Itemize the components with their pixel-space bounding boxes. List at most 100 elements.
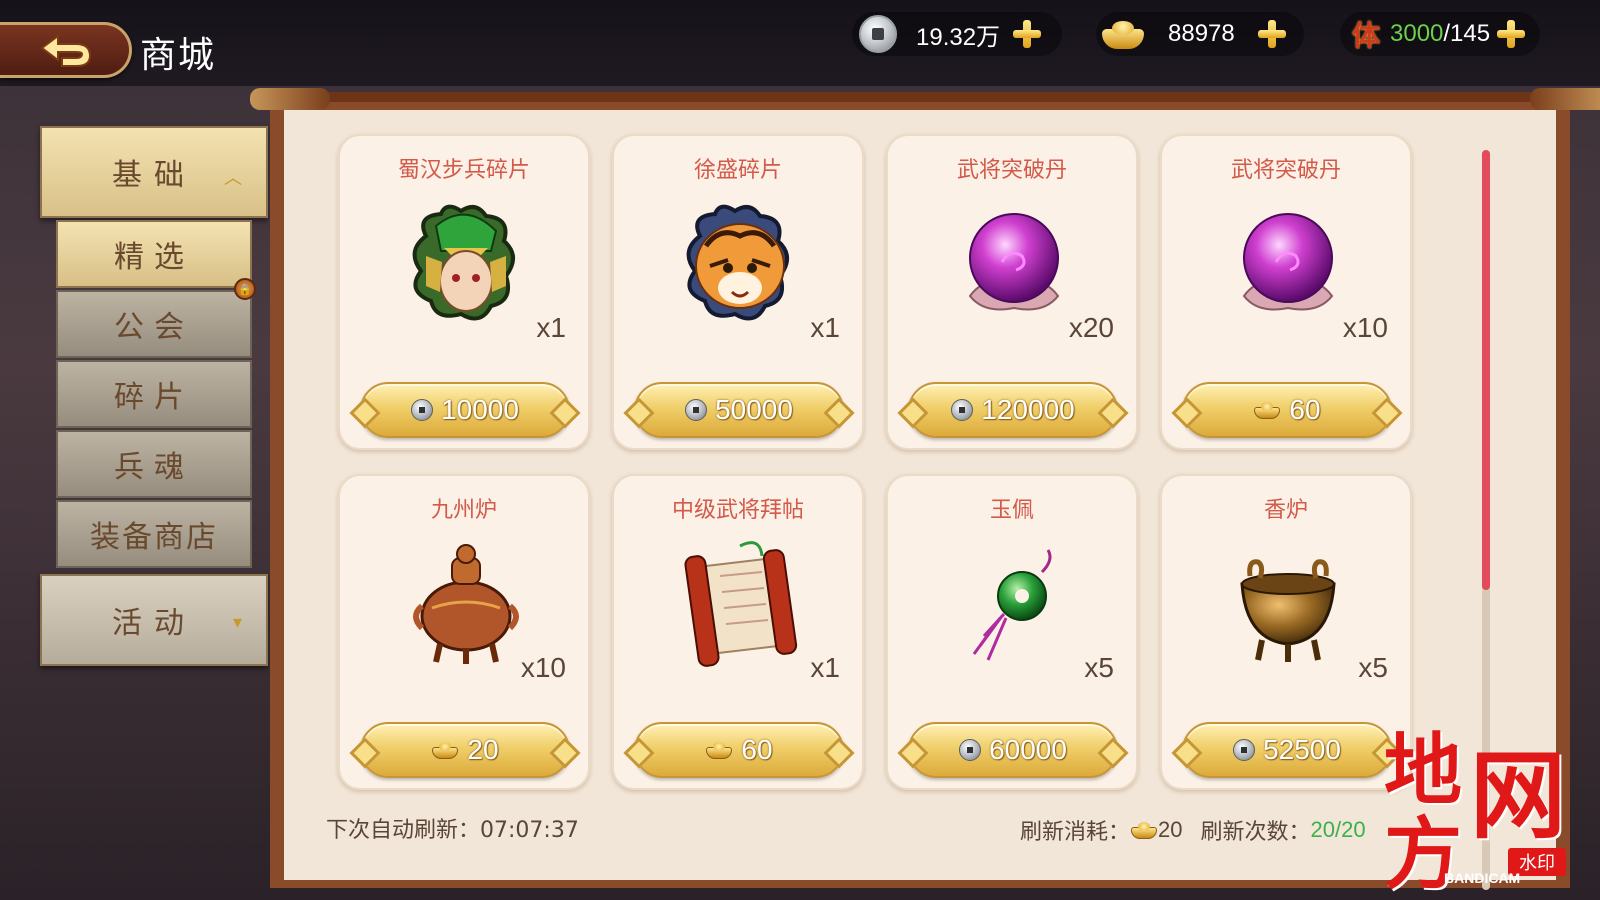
category-basic[interactable]: 基础 ︿ (40, 126, 268, 218)
gold-amount: 88978 (1168, 20, 1235, 47)
buy-button[interactable]: 60 (634, 722, 844, 778)
shop-item-card[interactable]: 蜀汉步兵碎片 x1 10000 (338, 134, 590, 450)
back-arrow-icon (39, 34, 91, 67)
silver-coin-icon (856, 12, 900, 56)
item-name: 九州炉 (430, 498, 497, 523)
sub-tab-label: 碎片 (114, 380, 194, 415)
gold-currency: 88978 (1096, 12, 1304, 56)
silver-coin-icon (1233, 739, 1256, 761)
sub-tab-soldier-soul[interactable]: 兵魂 (56, 430, 252, 498)
watermark-brand: BANDICAM (1444, 870, 1521, 886)
watermark-char: 网 (1470, 739, 1566, 852)
breakthrough-pill-icon (1218, 196, 1358, 336)
refresh-count-value: 20/20 (1310, 817, 1366, 842)
item-price: 60000 (989, 734, 1067, 765)
chevron-up-icon: ︿ (224, 168, 242, 189)
buy-button[interactable]: 20 (360, 722, 570, 778)
item-quantity: x1 (810, 312, 840, 343)
sub-tab-label: 兵魂 (114, 450, 194, 485)
item-price: 10000 (441, 394, 519, 425)
item-name: 蜀汉步兵碎片 (397, 158, 530, 183)
buy-button[interactable]: 60000 (908, 722, 1118, 778)
category-activity-label: 活动 (112, 606, 196, 641)
buy-button[interactable]: 52500 (1182, 722, 1392, 778)
shop-item-card[interactable]: 中级武将拜帖 x1 60 (612, 474, 864, 790)
shop-item-card[interactable]: 武将突破丹 x20 120000 (886, 134, 1138, 450)
item-name: 中级武将拜帖 (671, 498, 804, 523)
item-quantity: x10 (1342, 312, 1388, 343)
stamina-icon: 体 (1351, 19, 1380, 52)
sub-tab-label: 装备商店 (90, 520, 218, 555)
item-name: 玉佩 (989, 498, 1034, 523)
item-quantity: x5 (1084, 652, 1114, 683)
item-quantity: x1 (810, 652, 840, 683)
silver-coin-icon (685, 399, 708, 421)
gold-ingot-icon (1100, 12, 1144, 56)
item-quantity: x20 (1068, 312, 1114, 343)
sub-tab-featured[interactable]: 精选 (56, 220, 252, 288)
refresh-cost-label: 刷新消耗： (1020, 820, 1131, 845)
refresh-count-label: 刷新次数： (1200, 820, 1311, 845)
sub-tab-equipment-shop[interactable]: 装备商店 (56, 500, 252, 568)
shop-item-card[interactable]: 徐盛碎片 x1 50000 (612, 134, 864, 450)
silver-coin-icon (951, 399, 974, 421)
gold-ingot-icon (705, 741, 733, 759)
item-price: 52500 (1263, 734, 1341, 765)
lock-icon: 🔒 (234, 278, 256, 300)
add-silver-button[interactable] (1012, 19, 1042, 49)
sub-tab-label: 公会 (114, 310, 194, 345)
page-title: 商城 (140, 35, 217, 76)
item-name: 香炉 (1263, 498, 1308, 523)
silver-currency: 19.32万 (852, 12, 1062, 56)
item-quantity: x1 (536, 312, 566, 343)
add-stamina-button[interactable] (1496, 19, 1526, 49)
stamina-currency: 体 3000/145 (1340, 12, 1540, 56)
category-activity[interactable]: 活动 ▾ (40, 574, 268, 666)
jade-pendant-icon (944, 536, 1084, 676)
refresh-timer-label: 下次自动刷新： (326, 818, 481, 843)
refresh-info: 刷新消耗： 20 刷新次数： 20/20 (1020, 814, 1366, 846)
shop-item-card[interactable]: 九州炉 x10 20 (338, 474, 590, 790)
general-fragment-icon (670, 196, 810, 336)
gold-ingot-icon (431, 741, 459, 759)
item-price: 60 (741, 734, 773, 765)
stamina-max: /145 (1443, 20, 1491, 47)
item-name: 武将突破丹 (956, 158, 1067, 183)
item-price: 20 (467, 734, 499, 765)
silver-coin-icon (959, 739, 982, 761)
buy-button[interactable]: 120000 (908, 382, 1118, 438)
buy-button[interactable]: 50000 (634, 382, 844, 438)
scroll-icon (670, 536, 810, 676)
back-button[interactable] (0, 22, 132, 78)
item-quantity: x10 (520, 652, 566, 683)
breakthrough-pill-icon (944, 196, 1084, 336)
item-price: 50000 (715, 394, 793, 425)
stamina-amount: 3000/145 (1390, 20, 1490, 48)
add-gold-button[interactable] (1257, 19, 1287, 49)
shop-item-card[interactable]: 玉佩 x5 60000 (886, 474, 1138, 790)
scrollbar-thumb[interactable] (1482, 150, 1490, 590)
watermark: 地 方 网 水印 BANDICAM (1384, 708, 1600, 900)
chevron-down-icon: ▾ (232, 612, 242, 633)
refresh-timer-value: 07:07:37 (480, 818, 579, 843)
incense-burner-icon (1218, 536, 1358, 676)
buy-button[interactable]: 60 (1182, 382, 1392, 438)
sub-tab-fragments[interactable]: 碎片 (56, 360, 252, 428)
shop-item-card[interactable]: 香炉 x5 52500 (1160, 474, 1412, 790)
category-basic-label: 基础 (112, 158, 196, 193)
shop-item-card[interactable]: 武将突破丹 x10 60 (1160, 134, 1412, 450)
soldier-fragment-icon (396, 196, 536, 336)
buy-button[interactable]: 10000 (360, 382, 570, 438)
item-name: 徐盛碎片 (693, 158, 782, 183)
item-quantity: x5 (1358, 652, 1388, 683)
censer-icon (396, 536, 536, 676)
item-price: 120000 (981, 394, 1075, 425)
refresh-timer: 下次自动刷新：07:07:37 (326, 812, 579, 844)
item-price: 60 (1289, 394, 1321, 425)
item-name: 武将突破丹 (1230, 158, 1341, 183)
silver-amount: 19.32万 (916, 23, 1001, 51)
gold-ingot-icon (1130, 821, 1158, 839)
sub-tab-label: 精选 (114, 240, 194, 275)
refresh-cost-value: 20 (1158, 817, 1183, 842)
sub-tab-guild[interactable]: 公会 🔒 (56, 278, 256, 358)
